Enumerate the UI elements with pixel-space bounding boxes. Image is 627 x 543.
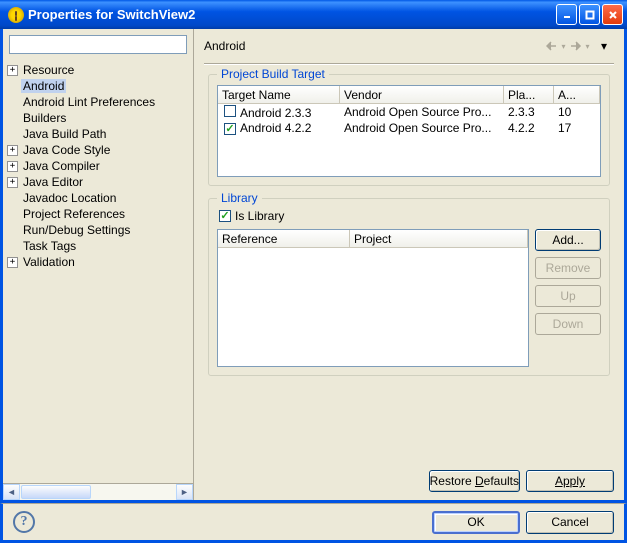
tree-item[interactable]: Android Lint Preferences <box>3 94 193 110</box>
expander-icon[interactable]: + <box>7 257 18 268</box>
filter-input[interactable] <box>9 35 187 54</box>
expander-icon <box>7 97 18 108</box>
window-title: Properties for SwitchView2 <box>28 7 556 22</box>
tree-item[interactable]: Javadoc Location <box>3 190 193 206</box>
minimize-button[interactable] <box>556 4 577 25</box>
expander-icon <box>7 129 18 140</box>
down-button[interactable]: Down <box>535 313 601 335</box>
tree-item-label: Validation <box>21 255 77 269</box>
page-title: Android <box>204 39 542 53</box>
col-vendor[interactable]: Vendor <box>340 86 504 103</box>
build-target-group: Project Build Target Target Name Vendor … <box>208 74 610 186</box>
scroll-left-icon[interactable]: ◄ <box>3 484 20 500</box>
col-target-name[interactable]: Target Name <box>218 86 340 103</box>
maximize-button[interactable] <box>579 4 600 25</box>
tree-item[interactable]: +Resource <box>3 62 193 78</box>
target-checkbox[interactable] <box>224 105 236 117</box>
tree-item-label: Builders <box>21 111 68 125</box>
view-menu-icon[interactable]: ▾ <box>594 37 614 55</box>
tree-item[interactable]: Project References <box>3 206 193 222</box>
tree-item[interactable]: +Java Compiler <box>3 158 193 174</box>
expander-icon <box>7 193 18 204</box>
separator <box>204 63 614 64</box>
tree-item[interactable]: Run/Debug Settings <box>3 222 193 238</box>
col-project[interactable]: Project <box>350 230 528 247</box>
scroll-right-icon[interactable]: ► <box>176 484 193 500</box>
tree-item-label: Javadoc Location <box>21 191 118 205</box>
tree-item-label: Java Code Style <box>21 143 112 157</box>
expander-icon[interactable]: + <box>7 161 18 172</box>
left-sidebar: +ResourceAndroidAndroid Lint Preferences… <box>3 29 194 500</box>
apply-button[interactable]: Apply <box>526 470 614 492</box>
tree-item[interactable]: Builders <box>3 110 193 126</box>
tree-item-label: Resource <box>21 63 76 77</box>
tree-item-label: Java Editor <box>21 175 85 189</box>
tree-item[interactable]: Task Tags <box>3 238 193 254</box>
help-icon[interactable]: ? <box>13 511 35 533</box>
restore-defaults-button[interactable]: Restore Defaults <box>429 470 520 492</box>
tree-item-label: Android Lint Preferences <box>21 95 157 109</box>
is-library-label: Is Library <box>235 209 284 223</box>
build-target-legend: Project Build Target <box>217 67 329 81</box>
expander-icon[interactable]: + <box>7 65 18 76</box>
expander-icon[interactable]: + <box>7 177 18 188</box>
tree-item[interactable]: +Validation <box>3 254 193 270</box>
build-target-table[interactable]: Target Name Vendor Pla... A... Android 2… <box>217 85 601 177</box>
expander-icon <box>7 209 18 220</box>
horizontal-scrollbar[interactable]: ◄ ► <box>3 483 193 500</box>
tree-item-label: Android <box>21 79 66 93</box>
category-tree[interactable]: +ResourceAndroidAndroid Lint Preferences… <box>3 60 193 483</box>
tree-item[interactable]: Java Build Path <box>3 126 193 142</box>
ok-button[interactable]: OK <box>432 511 520 534</box>
library-table[interactable]: Reference Project <box>217 229 529 367</box>
table-row[interactable]: Android 2.3.3Android Open Source Pro...2… <box>218 104 600 120</box>
library-group: Library Is Library Reference Project Add… <box>208 198 610 376</box>
up-button[interactable]: Up <box>535 285 601 307</box>
col-reference[interactable]: Reference <box>218 230 350 247</box>
col-platform[interactable]: Pla... <box>504 86 554 103</box>
expander-icon <box>7 113 18 124</box>
expander-icon <box>7 81 18 92</box>
close-button[interactable] <box>602 4 623 25</box>
tree-item[interactable]: Android <box>3 78 193 94</box>
expander-icon[interactable]: + <box>7 145 18 156</box>
remove-button[interactable]: Remove <box>535 257 601 279</box>
col-api[interactable]: A... <box>554 86 600 103</box>
titlebar[interactable]: Properties for SwitchView2 <box>0 0 627 29</box>
scroll-thumb[interactable] <box>21 485 91 499</box>
expander-icon <box>7 241 18 252</box>
expander-icon <box>7 225 18 236</box>
tree-item-label: Task Tags <box>21 239 78 253</box>
tree-item-label: Project References <box>21 207 127 221</box>
tree-item-label: Run/Debug Settings <box>21 223 132 237</box>
tree-item-label: Java Build Path <box>21 127 108 141</box>
tree-item[interactable]: +Java Code Style <box>3 142 193 158</box>
forward-button[interactable]: ▾ <box>570 37 590 55</box>
app-icon <box>8 7 24 23</box>
add-button[interactable]: Add... <box>535 229 601 251</box>
tree-item[interactable]: +Java Editor <box>3 174 193 190</box>
is-library-checkbox[interactable] <box>219 210 231 222</box>
back-button[interactable]: ▾ <box>546 37 566 55</box>
table-row[interactable]: Android 4.2.2Android Open Source Pro...4… <box>218 120 600 136</box>
library-legend: Library <box>217 191 262 205</box>
target-checkbox[interactable] <box>224 123 236 135</box>
cancel-button[interactable]: Cancel <box>526 511 614 534</box>
tree-item-label: Java Compiler <box>21 159 102 173</box>
